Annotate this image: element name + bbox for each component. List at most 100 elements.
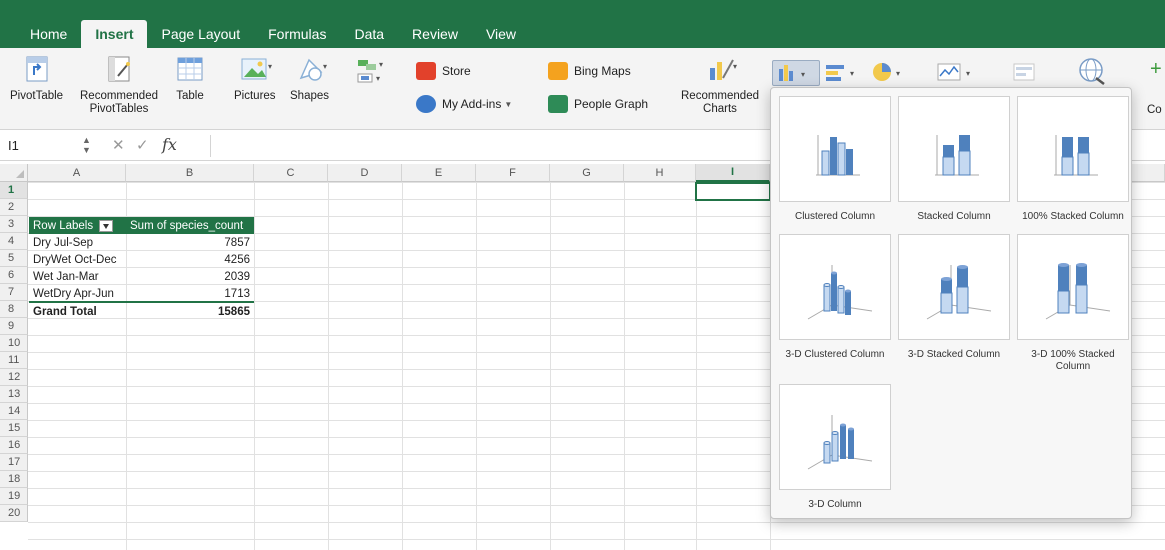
add-icon[interactable]: + xyxy=(1150,58,1162,81)
tab-home[interactable]: Home xyxy=(16,20,81,48)
tab-data[interactable]: Data xyxy=(340,20,398,48)
map-chart-button[interactable] xyxy=(1076,56,1110,86)
pivot-header-row-labels[interactable]: Row Labels xyxy=(29,217,126,234)
column-header-e[interactable]: E xyxy=(402,164,476,182)
tab-insert[interactable]: Insert xyxy=(81,20,148,48)
3d-clustered-column-option[interactable] xyxy=(779,234,891,340)
grand-total-label[interactable]: Grand Total xyxy=(29,303,126,320)
3d-100-stacked-column-option[interactable] xyxy=(1017,234,1129,340)
shapes-button[interactable]: ▾ Shapes xyxy=(290,54,329,103)
pictures-icon: ▾ xyxy=(240,54,272,84)
3d-stacked-column-option[interactable] xyxy=(898,234,1010,340)
row-header-8[interactable]: 8 xyxy=(0,301,28,318)
grand-total-value[interactable]: 15865 xyxy=(126,303,254,320)
filter-dropdown-icon[interactable] xyxy=(99,219,114,232)
pivot-row-label[interactable]: Dry Jul-Sep xyxy=(29,234,126,251)
grid-vline xyxy=(402,182,403,550)
shapes-icon: ▾ xyxy=(295,54,327,84)
row-header-14[interactable]: 14 xyxy=(0,403,28,420)
column-header-c[interactable]: C xyxy=(254,164,328,182)
column-header-i[interactable]: I xyxy=(696,164,770,182)
row-header-13[interactable]: 13 xyxy=(0,386,28,403)
tab-formulas[interactable]: Formulas xyxy=(254,20,340,48)
svg-text:▾: ▾ xyxy=(379,60,383,69)
column-header-a[interactable]: A xyxy=(28,164,126,182)
stacked-column-option[interactable] xyxy=(898,96,1010,202)
line-chart-icon: ▾ xyxy=(937,63,970,81)
table-button[interactable]: Table xyxy=(175,54,205,103)
cut-off-label: Co xyxy=(1147,104,1162,116)
row-header-15[interactable]: 15 xyxy=(0,420,28,437)
recommended-charts-button[interactable]: ▾ Recommended Charts xyxy=(681,54,759,116)
pivot-row-value[interactable]: 4256 xyxy=(126,251,254,268)
row-header-6[interactable]: 6 xyxy=(0,267,28,284)
column-header-f[interactable]: F xyxy=(476,164,550,182)
pivot-row-label[interactable]: DryWet Oct-Dec xyxy=(29,251,126,268)
insert-function-button[interactable]: fx xyxy=(162,135,177,154)
3d-100-stacked-column-icon xyxy=(1045,263,1111,320)
pie-chart-button[interactable]: ▾ xyxy=(870,60,910,86)
row-header-2[interactable]: 2 xyxy=(0,199,28,216)
row-header-10[interactable]: 10 xyxy=(0,335,28,352)
pivot-row-value[interactable]: 1713 xyxy=(126,285,254,302)
100-stacked-column-label: 100% Stacked Column xyxy=(1022,211,1124,222)
people-graph-icon xyxy=(548,95,568,113)
bar-chart-button[interactable]: ▾ xyxy=(824,60,864,86)
pictures-button[interactable]: ▾ Pictures xyxy=(234,54,276,103)
table-icon xyxy=(175,54,205,84)
pivot-header-values[interactable]: Sum of species_count xyxy=(126,217,254,234)
enter-icon[interactable]: ✓ xyxy=(136,136,149,154)
pivot-row-label[interactable]: WetDry Apr-Jun xyxy=(29,285,126,302)
active-cell-i1[interactable] xyxy=(695,182,771,201)
line-chart-button[interactable]: ▾ xyxy=(936,60,984,86)
people-graph-button[interactable]: People Graph xyxy=(548,95,648,113)
row-header-5[interactable]: 5 xyxy=(0,250,28,267)
svg-text:▾: ▾ xyxy=(801,70,805,79)
grid-vline xyxy=(696,182,697,550)
name-box-stepper-icon[interactable]: ▲ ▼ xyxy=(82,135,91,155)
clustered-column-option[interactable] xyxy=(779,96,891,202)
column-header-b[interactable]: B xyxy=(126,164,254,182)
100-stacked-column-icon xyxy=(1054,135,1098,176)
select-all-corner[interactable] xyxy=(0,164,28,182)
row-header-19[interactable]: 19 xyxy=(0,488,28,505)
smartart-button[interactable]: ▾ ▾ xyxy=(354,54,384,90)
row-header-3[interactable]: 3 xyxy=(0,216,28,233)
store-button[interactable]: Store xyxy=(416,62,471,80)
row-header-7[interactable]: 7 xyxy=(0,284,28,301)
row-header-9[interactable]: 9 xyxy=(0,318,28,335)
tab-review[interactable]: Review xyxy=(398,20,472,48)
row-header-16[interactable]: 16 xyxy=(0,437,28,454)
column-header-d[interactable]: D xyxy=(328,164,402,182)
3d-column-option[interactable] xyxy=(779,384,891,490)
3d-column-icon xyxy=(807,415,873,470)
row-header-12[interactable]: 12 xyxy=(0,369,28,386)
tab-view[interactable]: View xyxy=(472,20,530,48)
pivot-row-value[interactable]: 7857 xyxy=(126,234,254,251)
row-header-1[interactable]: 1 xyxy=(0,182,28,199)
column-chart-button[interactable]: ▾ xyxy=(772,60,820,86)
pivot-row-label[interactable]: Wet Jan-Mar xyxy=(29,268,126,285)
row-header-4[interactable]: 4 xyxy=(0,233,28,250)
column-header-g[interactable]: G xyxy=(550,164,624,182)
row-header-17[interactable]: 17 xyxy=(0,454,28,471)
my-addins-button[interactable]: My Add-ins ▼ xyxy=(416,95,512,113)
name-box[interactable]: I1 xyxy=(8,138,19,153)
cancel-icon[interactable]: ✕ xyxy=(112,136,125,154)
row-header-20[interactable]: 20 xyxy=(0,505,28,522)
store-icon xyxy=(416,62,436,80)
grid-vline xyxy=(624,182,625,550)
recommended-pivottables-button[interactable]: Recommended PivotTables xyxy=(80,54,158,116)
tab-page-layout[interactable]: Page Layout xyxy=(147,20,254,48)
grid-vline xyxy=(254,182,255,550)
formula-bar-divider xyxy=(210,135,211,157)
column-header-h[interactable]: H xyxy=(624,164,696,182)
pivottable-button[interactable]: PivotTable xyxy=(10,54,63,103)
row-header-11[interactable]: 11 xyxy=(0,352,28,369)
stacked-column-label: Stacked Column xyxy=(917,211,991,222)
pivot-row-value[interactable]: 2039 xyxy=(126,268,254,285)
bing-maps-button[interactable]: Bing Maps xyxy=(548,62,631,80)
row-header-18[interactable]: 18 xyxy=(0,471,28,488)
pivot-chart-button[interactable] xyxy=(1010,60,1050,86)
100-stacked-column-option[interactable] xyxy=(1017,96,1129,202)
